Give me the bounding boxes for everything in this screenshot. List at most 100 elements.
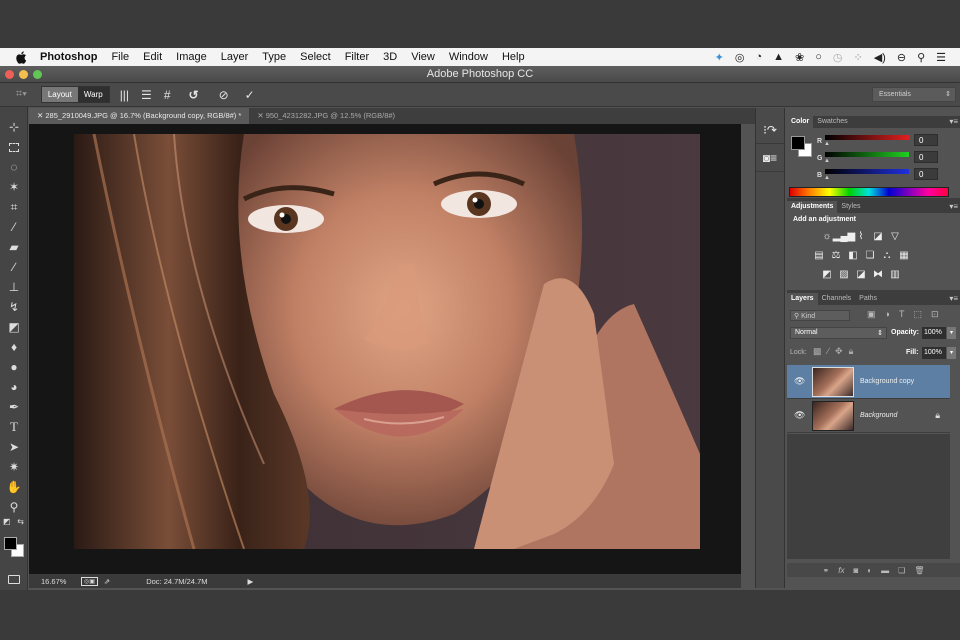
vibrance-icon[interactable]: ▽	[888, 231, 902, 242]
proof-icon[interactable]: ◎▣	[81, 576, 98, 586]
horizontal-grid-icon[interactable]: ☰	[141, 86, 152, 104]
green-value[interactable]: 0	[914, 151, 938, 163]
menu-filter[interactable]: Filter	[345, 51, 369, 63]
doc-tab-active[interactable]: ✕ 285_2910049.JPG @ 16.7% (Background co…	[29, 108, 250, 124]
type-tool[interactable]: T	[0, 417, 28, 437]
green-slider[interactable]	[825, 152, 909, 157]
pen-tool[interactable]: ✒	[0, 397, 28, 417]
marquee-tool[interactable]	[0, 137, 28, 157]
status-menu-arrow-icon[interactable]: ▶	[247, 577, 253, 586]
blue-slider-thumb[interactable]: ▲	[824, 175, 830, 181]
eyedropper-tool[interactable]: ⁄	[0, 217, 28, 237]
mask-icon[interactable]: ◙	[853, 566, 858, 575]
foreground-color-swatch[interactable]	[4, 537, 17, 550]
posterize-icon[interactable]: ▨	[837, 269, 851, 280]
green-slider-thumb[interactable]: ▲	[824, 158, 830, 164]
layer-name[interactable]: Background copy	[860, 378, 914, 385]
swap-colors-icon[interactable]: ⇆	[17, 517, 24, 531]
layer-name[interactable]: Background	[860, 412, 897, 419]
document-image[interactable]	[74, 134, 700, 549]
move-tool[interactable]: ⊹	[0, 117, 28, 137]
panel-menu-icon[interactable]: ▾≡	[949, 117, 958, 126]
magic-wand-tool[interactable]: ✶	[0, 177, 28, 197]
volume-icon[interactable]: ◀)	[874, 51, 886, 64]
panel-menu-icon[interactable]: ▾≡	[949, 294, 958, 303]
menu-file[interactable]: File	[111, 51, 129, 63]
paint-bucket-tool[interactable]: ♦	[0, 337, 28, 357]
black-white-icon[interactable]: ◧	[846, 250, 860, 261]
history-brush-tool[interactable]: ↯	[0, 297, 28, 317]
visibility-eye-icon[interactable]: 👁︎	[794, 410, 805, 421]
grid-icon[interactable]: #	[164, 86, 171, 104]
quick-mask-button[interactable]	[0, 569, 28, 589]
lock-position-icon[interactable]: ✥	[835, 346, 843, 357]
cancel-transform-icon[interactable]: ⊘	[219, 86, 229, 104]
lasso-tool[interactable]: ◌	[0, 157, 28, 177]
invert-icon[interactable]: ◩	[820, 269, 834, 280]
blend-mode-select[interactable]: Normal ⇕	[790, 327, 887, 339]
curves-icon[interactable]: ⌇	[854, 231, 868, 242]
zoom-level[interactable]: 16.67%	[41, 577, 77, 586]
group-icon[interactable]: ▬	[881, 566, 889, 575]
photo-filter-icon[interactable]: ❏	[863, 250, 877, 261]
menu-image[interactable]: Image	[176, 51, 207, 63]
menu-help[interactable]: Help	[502, 51, 525, 63]
smart-object-filter-icon[interactable]: ⊡	[931, 309, 939, 320]
default-colors-icon[interactable]: ◩	[3, 517, 11, 531]
link-icon[interactable]: ⚭	[823, 566, 830, 575]
lock-transparent-icon[interactable]: ▩	[813, 346, 822, 357]
vertical-grid-icon[interactable]: |||	[120, 86, 129, 104]
clock-icon[interactable]: ◔	[755, 51, 762, 63]
blur-tool[interactable]: ●	[0, 357, 28, 377]
menu-type[interactable]: Type	[262, 51, 286, 63]
apple-icon[interactable]	[14, 50, 28, 64]
menu-window[interactable]: Window	[449, 51, 488, 63]
spotlight-search-icon[interactable]: ⚲	[917, 51, 925, 64]
clock-circle-icon[interactable]: ⊖	[897, 51, 906, 64]
levels-icon[interactable]: ▂▄▆	[833, 231, 855, 242]
opacity-input[interactable]: 100%	[922, 327, 946, 339]
color-spectrum-ramp[interactable]	[789, 187, 949, 197]
crop-tool[interactable]: ⌗	[0, 197, 28, 217]
gradient-map-icon[interactable]: ▥	[888, 269, 902, 280]
tab-styles[interactable]: Styles	[837, 201, 864, 213]
lock-pixels-icon[interactable]: ∕	[828, 346, 830, 357]
layer-row-selected[interactable]: 👁︎ Background copy	[787, 365, 950, 399]
time-machine-icon[interactable]: ◷	[833, 51, 843, 64]
brush-tool[interactable]: ∕	[0, 257, 28, 277]
selective-color-icon[interactable]: ⧓	[871, 269, 885, 280]
red-slider[interactable]	[825, 135, 909, 140]
adjustment-filter-icon[interactable]: ◑	[885, 309, 890, 320]
eraser-tool[interactable]: ◩	[0, 317, 28, 337]
shape-filter-icon[interactable]: ⬚	[913, 309, 922, 320]
red-slider-thumb[interactable]: ▲	[824, 141, 830, 147]
warp-button[interactable]: Warp	[77, 87, 109, 102]
color-lookup-icon[interactable]: ▦	[897, 250, 911, 261]
menu-app-name[interactable]: Photoshop	[40, 51, 97, 63]
bluetooth-dots-icon[interactable]: ⁘	[854, 51, 863, 64]
menu-view[interactable]: View	[411, 51, 435, 63]
healing-brush-tool[interactable]: ▰	[0, 237, 28, 257]
menu-edit[interactable]: Edit	[143, 51, 162, 63]
tab-paths[interactable]: Paths	[855, 293, 881, 305]
new-layer-icon[interactable]: ❏	[898, 566, 905, 575]
tab-adjustments[interactable]: Adjustments	[787, 201, 838, 213]
doc-tab[interactable]: ✕ 950_4231282.JPG @ 12.5% (RGB/8#)	[249, 108, 403, 124]
tab-color[interactable]: Color	[787, 116, 814, 128]
red-value[interactable]: 0	[914, 134, 938, 146]
clone-stamp-tool[interactable]: ⊥	[0, 277, 28, 297]
hue-saturation-icon[interactable]: ▤	[812, 250, 826, 261]
menu-3d[interactable]: 3D	[383, 51, 397, 63]
visibility-eye-icon[interactable]: 👁︎	[794, 376, 805, 387]
threshold-icon[interactable]: ◪	[854, 269, 868, 280]
reset-icon[interactable]: ↺	[189, 86, 199, 104]
tab-channels[interactable]: Channels	[818, 293, 856, 305]
paw-icon[interactable]: ❀	[795, 51, 804, 64]
trash-icon[interactable]: 🗑︎	[914, 566, 924, 575]
tab-swatches[interactable]: Swatches	[813, 116, 851, 128]
notification-bell-icon[interactable]: ▲	[773, 51, 784, 63]
canvas-area[interactable]	[29, 124, 741, 574]
blue-slider[interactable]	[825, 169, 909, 174]
fx-icon[interactable]: fx	[838, 566, 844, 575]
layer-row[interactable]: 👁︎ Background 🔒︎	[787, 399, 950, 433]
